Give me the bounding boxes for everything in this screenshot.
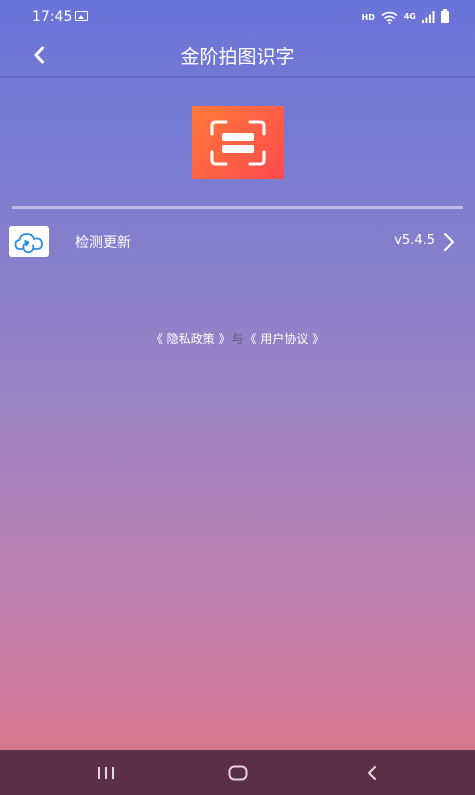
chevron-right-icon <box>443 232 455 252</box>
app-bar: 金阶拍图识字 <box>0 34 475 78</box>
page-title: 金阶拍图识字 <box>180 46 295 68</box>
battery-icon <box>441 9 449 23</box>
nav-back-button[interactable] <box>352 758 392 788</box>
status-indicators: HD 4G <box>362 9 449 25</box>
home-icon <box>228 765 248 781</box>
version-label: v5.4.5 <box>394 233 435 248</box>
hd-label: HD <box>361 12 375 22</box>
wifi-icon <box>381 11 398 24</box>
user-agreement-link[interactable]: 《 用户协议 》 <box>245 332 325 346</box>
nav-home-button[interactable] <box>218 758 258 788</box>
scan-frame-icon <box>210 120 266 165</box>
check-update-row[interactable]: 检测更新 v5.4.5 <box>0 222 475 262</box>
cloud-refresh-icon <box>14 232 43 253</box>
nav-recents-button[interactable] <box>86 758 126 788</box>
check-update-label: 检测更新 <box>75 235 131 251</box>
status-time: 17:45 <box>32 9 73 25</box>
system-nav-bar <box>0 750 475 795</box>
signal-icon <box>422 11 435 23</box>
divider <box>12 206 463 209</box>
policy-links: 《 隐私政策 》与《 用户协议 》 <box>0 330 475 347</box>
privacy-policy-link[interactable]: 《 隐私政策 》 <box>151 332 231 346</box>
gallery-notification-icon <box>75 11 88 21</box>
links-separator: 与 <box>231 332 244 346</box>
back-icon <box>368 766 376 780</box>
update-icon-badge <box>9 226 49 257</box>
recents-icon <box>98 767 114 779</box>
app-logo <box>192 106 284 179</box>
network-type-label: 4G <box>403 12 416 21</box>
status-bar: 17:45 HD 4G <box>0 0 475 34</box>
